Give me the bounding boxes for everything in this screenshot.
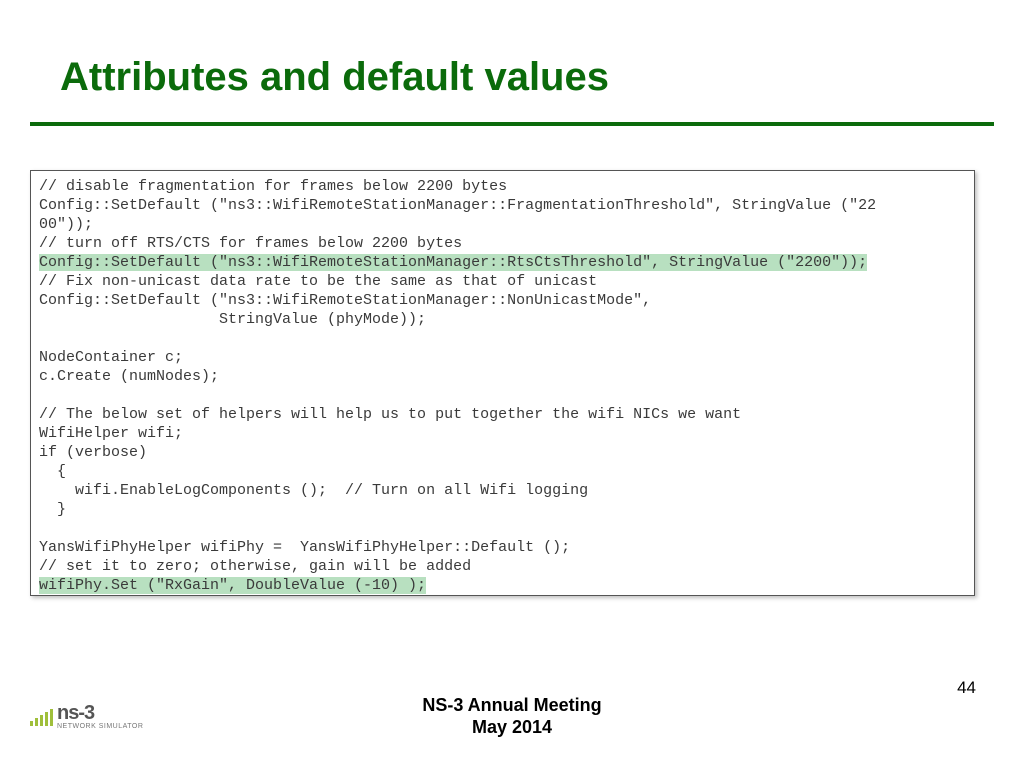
code-line-highlighted: Config::SetDefault ("ns3::WifiRemoteStat… xyxy=(39,254,867,271)
code-line: Config::SetDefault ("ns3::WifiRemoteStat… xyxy=(39,197,876,214)
code-line: // disable fragmentation for frames belo… xyxy=(39,178,507,195)
code-line: // Fix non-unicast data rate to be the s… xyxy=(39,273,597,290)
page-number: 44 xyxy=(957,678,976,698)
code-line: c.Create (numNodes); xyxy=(39,368,219,385)
code-line: { xyxy=(39,463,66,480)
footer-line: May 2014 xyxy=(0,716,1024,738)
code-line: } xyxy=(39,501,66,518)
slide-footer: NS-3 Annual Meeting May 2014 xyxy=(0,694,1024,738)
slide: Attributes and default values // disable… xyxy=(0,0,1024,768)
code-line: if (verbose) xyxy=(39,444,147,461)
code-line: Config::SetDefault ("ns3::WifiRemoteStat… xyxy=(39,292,651,309)
code-line: WifiHelper wifi; xyxy=(39,425,183,442)
code-line: StringValue (phyMode)); xyxy=(39,311,426,328)
code-line: 00")); xyxy=(39,216,93,233)
code-line: NodeContainer c; xyxy=(39,349,183,366)
title-rule xyxy=(30,122,994,126)
code-line: // turn off RTS/CTS for frames below 220… xyxy=(39,235,462,252)
code-line: // The below set of helpers will help us… xyxy=(39,406,741,423)
code-line: // set it to zero; otherwise, gain will … xyxy=(39,558,471,575)
code-line: wifi.EnableLogComponents (); // Turn on … xyxy=(39,482,588,499)
code-line: YansWifiPhyHelper wifiPhy = YansWifiPhyH… xyxy=(39,539,570,556)
footer-line: NS-3 Annual Meeting xyxy=(0,694,1024,716)
code-block: // disable fragmentation for frames belo… xyxy=(30,170,975,596)
slide-title: Attributes and default values xyxy=(60,55,609,100)
code-line-highlighted: wifiPhy.Set ("RxGain", DoubleValue (-10)… xyxy=(39,577,426,594)
